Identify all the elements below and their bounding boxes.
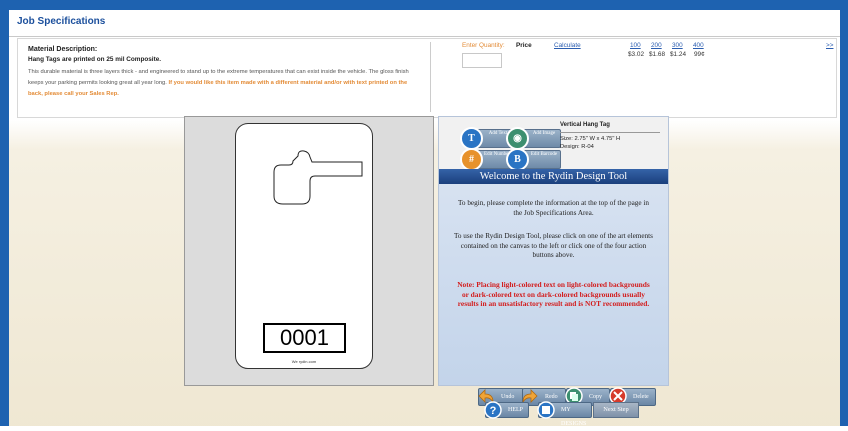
- svg-text:?: ?: [490, 405, 497, 417]
- product-info-rule: [560, 132, 660, 133]
- job-spec-header: Job Specifications: [9, 10, 840, 37]
- spec-divider: [430, 42, 431, 112]
- window-left-border: [0, 0, 9, 426]
- welcome-paragraph-2: To use the Rydin Design Tool, please cli…: [454, 232, 653, 259]
- tier-price-200: $1.68: [649, 51, 665, 58]
- add-image-button[interactable]: ◉ Add Image: [506, 127, 561, 150]
- quantity-label: Enter Quantity:: [462, 42, 505, 49]
- product-size: Size: 2.75" W x 4.75" H: [560, 136, 621, 142]
- my-designs-label: MY DESIGNS: [561, 407, 587, 427]
- next-step-button[interactable]: Next Step: [593, 402, 639, 418]
- help-label: HELP: [508, 407, 523, 413]
- tier-qty-200[interactable]: 200: [651, 42, 662, 49]
- more-prices-link[interactable]: >>: [826, 42, 833, 49]
- tier-qty-300[interactable]: 300: [672, 42, 683, 49]
- help-button[interactable]: ? HELP: [484, 401, 529, 419]
- tier-qty-400[interactable]: 400: [693, 42, 704, 49]
- material-subtitle: Hang Tags are printed on 25 mil Composit…: [28, 56, 162, 63]
- help-icon: ?: [484, 401, 502, 419]
- material-label: Material Description:: [28, 46, 98, 53]
- quantity-input[interactable]: [462, 53, 502, 68]
- tier-price-400: 99¢: [694, 51, 705, 58]
- my-designs-button[interactable]: MY DESIGNS: [537, 401, 592, 427]
- calculate-link[interactable]: Calculate: [554, 42, 581, 49]
- tier-qty-100[interactable]: 100: [630, 42, 641, 49]
- window-top-border: [0, 0, 848, 10]
- page-title: Job Specifications: [17, 16, 106, 27]
- design-tool-panel: T Add Text ◉ Add Image # Edit Numbers B …: [438, 116, 669, 386]
- add-text-icon: T: [460, 127, 483, 150]
- tier-price-100: $3.02: [628, 51, 644, 58]
- edit-numbers-icon: #: [460, 148, 483, 171]
- edit-barcode-label: Edit Barcode: [530, 152, 558, 157]
- window-right-border: [840, 0, 848, 426]
- product-design: Design: R-04: [560, 144, 594, 150]
- welcome-title: Welcome to the Rydin Design Tool: [439, 169, 668, 184]
- design-canvas[interactable]: 0001 We rydin.com: [184, 116, 434, 386]
- edit-barcode-button[interactable]: B Edit Barcode: [506, 148, 561, 171]
- welcome-paragraph-1: To begin, please complete the informatio…: [458, 199, 649, 217]
- color-note: Note: Placing light-colored text on ligh…: [457, 280, 650, 308]
- edit-barcode-icon: B: [506, 148, 529, 171]
- product-title: Vertical Hang Tag: [560, 122, 610, 128]
- tag-number[interactable]: 0001: [263, 323, 346, 353]
- material-description: This durable material is three layers th…: [28, 67, 418, 100]
- my-designs-icon: [537, 401, 555, 419]
- tier-price-300: $1.24: [670, 51, 686, 58]
- action-area: T Add Text ◉ Add Image # Edit Numbers B …: [439, 117, 668, 171]
- hang-tag[interactable]: 0001 We rydin.com: [235, 123, 373, 369]
- job-spec-panel: Material Description: Hang Tags are prin…: [17, 38, 837, 118]
- tag-url[interactable]: We rydin.com: [236, 359, 372, 364]
- add-image-label: Add Image: [532, 131, 556, 136]
- price-label: Price: [516, 42, 532, 49]
- add-image-icon: ◉: [506, 127, 529, 150]
